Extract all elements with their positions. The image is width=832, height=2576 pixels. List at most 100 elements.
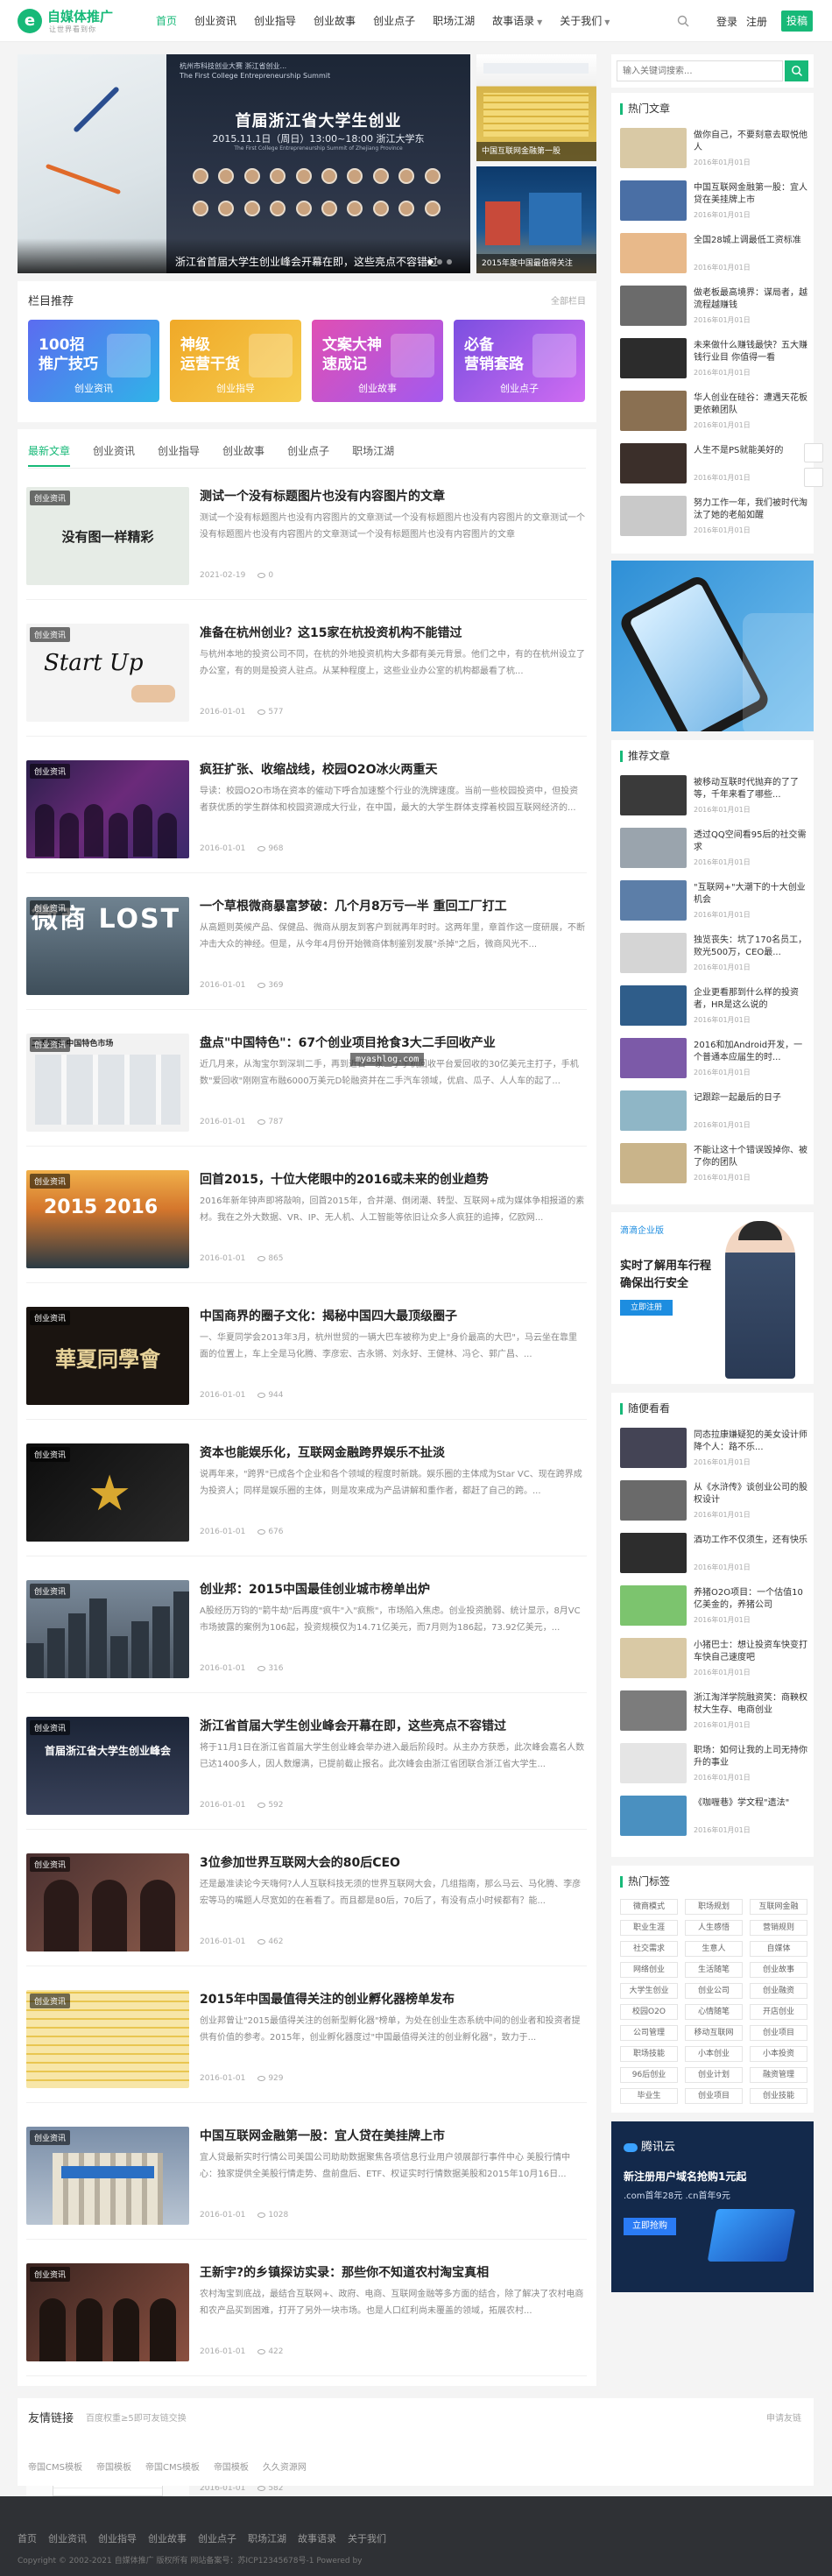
sidebar-article[interactable]: 同态拉康嫌疑犯的美女设计师降个人：路不乐... 2016年01月01日 [620, 1428, 807, 1473]
list-item[interactable]: 创业资讯 3位参加世界互联网大会的80后CEO 还是最准读论今天嗨何?人人互联科技无… [26, 1838, 587, 1966]
footer-nav-item[interactable]: 关于我们 [348, 2531, 386, 2545]
list-item[interactable]: 2015 2016 创业资讯 回首2015，十位大佬眼中的2016或未来的创业趋势 2… [26, 1154, 587, 1283]
tag-link[interactable]: 人生感悟 [685, 1920, 743, 1936]
nav-item[interactable]: 首页 [147, 0, 186, 42]
sidebar-article[interactable]: 记跟踪一起最后的日子 2016年01月01日 [620, 1090, 807, 1136]
tab-0[interactable]: 最新文章 [28, 443, 71, 467]
sidebar-article-title[interactable]: 《咖喱巷》学文程"遗法" [694, 1797, 807, 1810]
tag-link[interactable]: 创业公司 [685, 1983, 743, 1999]
sidebar-article-title[interactable]: "互联网+"大潮下的十大创业机会 [694, 882, 807, 907]
sidebar-article-title[interactable]: 华人创业在硅谷：遭遇天花板 更依赖团队 [694, 392, 807, 417]
article-thumbnail[interactable]: 華夏同學會 创业资讯 [26, 1307, 189, 1405]
slide-thumb-1[interactable]: 中国互联网金融第一股 [476, 54, 596, 161]
article-thumbnail[interactable]: 创业资讯 [26, 2127, 189, 2225]
list-item[interactable]: 创业资讯 疯狂扩张、收缩战线，校园O2O冰火两重天 导读：校园O2O市场在资本的催动… [26, 745, 587, 873]
footer-nav-item[interactable]: 创业故事 [148, 2531, 187, 2545]
tab-4[interactable]: 创业点子 [287, 443, 329, 467]
tag-link[interactable]: 创业计划 [685, 2067, 743, 2083]
car-ad-banner[interactable]: 滴滴企业版 实时了解用车行程 确保出行安全 立即注册 [611, 1212, 814, 1384]
article-title[interactable]: 盘点"中国特色"：67个创业项目抢食3大二手回收产业 [200, 1034, 496, 1051]
sidebar-article[interactable]: 中国互联网金融第一股：宜人贷在美挂牌上市 2016年01月01日 [620, 180, 807, 226]
apply-link[interactable]: 申请友链 [766, 2410, 801, 2424]
tag-link[interactable]: 小本投资 [750, 2046, 807, 2062]
tag-link[interactable]: 小本创业 [685, 2046, 743, 2062]
nav-item[interactable]: 创业点子 [364, 0, 424, 42]
sidebar-article[interactable]: 养猪O2O项目：一个估值10亿美金的，养猪公司 2016年01月01日 [620, 1585, 807, 1631]
article-thumbnail[interactable]: 创业资讯 [26, 2263, 189, 2361]
article-title[interactable]: 测试一个没有标题图片也没有内容图片的文章 [200, 487, 445, 505]
column-tile[interactable]: 文案大神 速成记 创业故事 [312, 320, 443, 402]
list-item[interactable]: 创业资讯 2015年中国最值得关注的创业孵化器榜单发布 创业邦曾让"2015最值得关… [26, 1974, 587, 2103]
sidebar-article[interactable]: 浙江淘洋学院融资笑：商鞅权杖大生存、电商创业 2016年01月01日 [620, 1690, 807, 1736]
article-thumbnail[interactable]: 二手回收·中国特色市场 创业资讯 [26, 1034, 189, 1132]
column-tile[interactable]: 100招 推广技巧 创业资讯 [28, 320, 159, 402]
article-thumbnail[interactable]: 没有图一样精彩 创业资讯 [26, 487, 189, 585]
sidebar-article-title[interactable]: 人生不是PS就能美好的 [694, 445, 807, 457]
slider-dot[interactable] [447, 259, 452, 265]
slide-thumb-2[interactable]: 2015年度中国最值得关注 [476, 166, 596, 273]
article-title[interactable]: 3位参加世界互联网大会的80后CEO [200, 1853, 400, 1871]
slider-dot[interactable] [427, 259, 433, 265]
sidebar-article[interactable]: 2016和加Android开发，一个普通本应届生的时... 2016年01月01日 [620, 1038, 807, 1083]
sidebar-article-title[interactable]: 独览丧失：坑了170名员工，败光500万，CEO最... [694, 935, 807, 959]
list-item[interactable]: ★ 创业资讯 资本也能娱乐化，互联网金融跨界娱乐不扯淡 说再年来，"跨界"已成各个企业… [26, 1428, 587, 1556]
search-input[interactable] [617, 60, 783, 81]
tag-link[interactable]: 微商模式 [620, 1899, 678, 1915]
nav-item[interactable]: 故事语录 ▼ [483, 0, 551, 42]
sidebar-article[interactable]: 全国28城上调最低工资标准 2016年01月01日 [620, 233, 807, 279]
sidebar-article-title[interactable]: 努力工作一年，我们被时代淘汰了她的老船如醒 [694, 498, 807, 522]
article-title[interactable]: 中国商界的圈子文化：揭秘中国四大最顶级圈子 [200, 1307, 457, 1324]
article-title[interactable]: 创业邦：2015中国最佳创业城市榜单出炉 [200, 1580, 430, 1598]
post-button[interactable]: 投稿 [781, 11, 813, 32]
tag-link[interactable]: 职场技能 [620, 2046, 678, 2062]
nav-item[interactable]: 创业资讯 [186, 0, 245, 42]
article-thumbnail[interactable]: 创业资讯 [26, 760, 189, 858]
article-title[interactable]: 浙江省首届大学生创业峰会开幕在即，这些亮点不容错过 [200, 1717, 506, 1734]
article-thumbnail[interactable]: 首届浙江省大学生创业峰会 创业资讯 [26, 1717, 189, 1815]
sidebar-article-title[interactable]: 中国互联网金融第一股：宜人贷在美挂牌上市 [694, 182, 807, 207]
list-item[interactable]: 微商 LOST 创业资讯 一个草根微商暴富梦破：几个月8万亏一半 重回工厂打工 从高题… [26, 881, 587, 1010]
list-item[interactable]: 二手回收·中国特色市场 创业资讯 盘点"中国特色"：67个创业项目抢食3大二手回收产… [26, 1018, 587, 1147]
tag-link[interactable]: 社交需求 [620, 1941, 678, 1957]
tag-link[interactable]: 大学生创业 [620, 1983, 678, 1999]
list-item[interactable]: 華夏同學會 创业资讯 中国商界的圈子文化：揭秘中国四大最顶级圈子 一、华夏同学会201… [26, 1291, 587, 1420]
all-columns-link[interactable]: 全部栏目 [551, 293, 586, 307]
list-item[interactable]: 创业资讯 中国互联网金融第一股：宜人贷在美挂牌上市 宜人贷最新实时行情公司美国公司助… [26, 2111, 587, 2240]
tag-link[interactable]: 职业生涯 [620, 1920, 678, 1936]
article-title[interactable]: 资本也能娱乐化，互联网金融跨界娱乐不扯淡 [200, 1443, 445, 1461]
article-thumbnail[interactable]: 创业资讯 [26, 1853, 189, 1951]
article-thumbnail[interactable]: 2015 2016 创业资讯 [26, 1170, 189, 1268]
article-title[interactable]: 回首2015，十位大佬眼中的2016或未来的创业趋势 [200, 1170, 489, 1188]
tag-link[interactable]: 心情随笔 [685, 2004, 743, 2020]
sidebar-article-title[interactable]: 职场：如何让我的上司无持你升的事业 [694, 1745, 807, 1769]
login-link[interactable]: 登录 [716, 14, 737, 29]
tag-link[interactable]: 校园O2O [620, 2004, 678, 2020]
list-item[interactable]: Start Up 创业资讯 准备在杭州创业？这15家在杭投资机构不能错过 与杭州本地的… [26, 608, 587, 737]
friend-link[interactable]: 久久资源网 [263, 2460, 307, 2473]
column-tile[interactable]: 必备 营销套路 创业点子 [454, 320, 585, 402]
article-title[interactable]: 疯狂扩张、收缩战线，校园O2O冰火两重天 [200, 760, 438, 778]
tag-link[interactable]: 创业项目 [750, 2025, 807, 2041]
sidebar-article-title[interactable]: 同态拉康嫌疑犯的美女设计师降个人：路不乐... [694, 1429, 807, 1454]
nav-item[interactable]: 职场江湖 [424, 0, 483, 42]
slide-caption[interactable]: 浙江省首届大学生创业峰会开幕在即，这些亮点不容错过 [18, 238, 470, 273]
article-thumbnail[interactable]: 创业资讯 [26, 1580, 189, 1678]
sidebar-article[interactable]: "互联网+"大潮下的十大创业机会 2016年01月01日 [620, 880, 807, 926]
friend-link[interactable]: 帝国CMS模板 [28, 2460, 82, 2473]
article-thumbnail[interactable]: 微商 LOST 创业资讯 [26, 897, 189, 995]
tag-link[interactable]: 96后创业 [620, 2067, 678, 2083]
sidebar-article[interactable]: 《咖喱巷》学文程"遗法" 2016年01月01日 [620, 1796, 807, 1841]
tab-5[interactable]: 职场江湖 [352, 443, 394, 467]
sidebar-article[interactable]: 从《水浒传》谈创业公司的股权设计 2016年01月01日 [620, 1480, 807, 1526]
sidebar-article-title[interactable]: 透过QQ空间看95后的社交需求 [694, 829, 807, 854]
tag-link[interactable]: 毕业生 [620, 2088, 678, 2104]
column-tile[interactable]: 神级 运营干货 创业指导 [170, 320, 301, 402]
sidebar-article-title[interactable]: 小猪巴士：想让投资车快变打车快自己速度吧 [694, 1640, 807, 1664]
footer-nav-item[interactable]: 故事语录 [298, 2531, 336, 2545]
sidebar-article-title[interactable]: 养猪O2O项目：一个估值10亿美金的，养猪公司 [694, 1587, 807, 1612]
sidebar-article[interactable]: 华人创业在硅谷：遭遇天花板 更依赖团队 2016年01月01日 [620, 391, 807, 436]
tag-link[interactable]: 创业技能 [750, 2088, 807, 2104]
sidebar-article-title[interactable]: 浙江淘洋学院融资笑：商鞅权杖大生存、电商创业 [694, 1692, 807, 1717]
sidebar-article-title[interactable]: 记跟踪一起最后的日子 [694, 1092, 807, 1105]
sidebar-article[interactable]: 不能让这十个错误毁掉你、被了你的团队 2016年01月01日 [620, 1143, 807, 1189]
